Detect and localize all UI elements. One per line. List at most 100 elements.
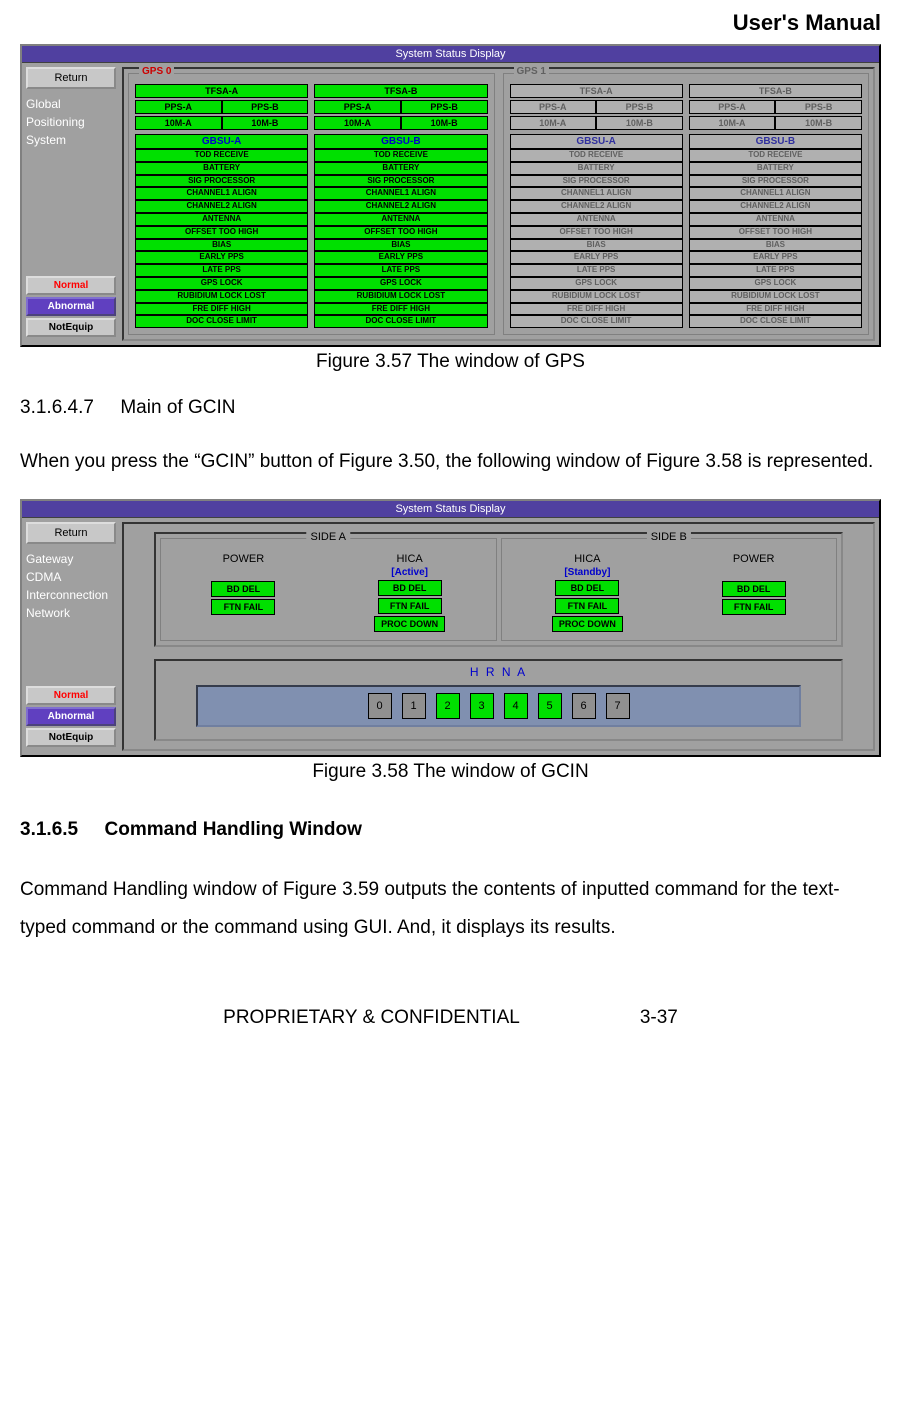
hrna-slot[interactable]: 6 — [572, 693, 596, 719]
gbsu-item[interactable]: CHANNEL2 ALIGN — [510, 200, 683, 213]
gbsu-title[interactable]: GBSU-A — [135, 134, 308, 149]
gbsu-item[interactable]: GPS LOCK — [510, 277, 683, 290]
gbsu-item[interactable]: SIG PROCESSOR — [510, 175, 683, 188]
gbsu-item[interactable]: RUBIDIUM LOCK LOST — [510, 290, 683, 303]
tenm-cell[interactable]: 10M-A — [314, 116, 401, 130]
pps-cell[interactable]: PPS-A — [314, 100, 401, 114]
pps-cell[interactable]: PPS-B — [222, 100, 309, 114]
pps-cell[interactable]: PPS-B — [596, 100, 683, 114]
tfsa-cell[interactable]: TFSA-B — [314, 84, 487, 98]
gbsu-item[interactable]: ANTENNA — [314, 213, 487, 226]
gbsu-item[interactable]: EARLY PPS — [689, 251, 862, 264]
tenm-cell[interactable]: 10M-B — [222, 116, 309, 130]
gbsu-item[interactable]: CHANNEL1 ALIGN — [689, 187, 862, 200]
gbsu-item[interactable]: BIAS — [510, 239, 683, 252]
bd-del-cell[interactable]: BD DEL — [211, 581, 275, 597]
hrna-slot[interactable]: 3 — [470, 693, 494, 719]
tenm-cell[interactable]: 10M-A — [135, 116, 222, 130]
gbsu-item[interactable]: LATE PPS — [510, 264, 683, 277]
gbsu-item[interactable]: LATE PPS — [314, 264, 487, 277]
return-button[interactable]: Return — [26, 67, 116, 89]
hrna-slot[interactable]: 0 — [368, 693, 392, 719]
bd-del-cell[interactable]: BD DEL — [378, 580, 442, 596]
gbsu-item[interactable]: RUBIDIUM LOCK LOST — [135, 290, 308, 303]
tfsa-cell[interactable]: TFSA-A — [510, 84, 683, 98]
proc-down-cell[interactable]: PROC DOWN — [374, 616, 445, 632]
hrna-slot[interactable]: 7 — [606, 693, 630, 719]
tenm-cell[interactable]: 10M-B — [775, 116, 862, 130]
proc-down-cell[interactable]: PROC DOWN — [552, 616, 623, 632]
gbsu-item[interactable]: TOD RECEIVE — [689, 149, 862, 162]
gbsu-item[interactable]: OFFSET TOO HIGH — [689, 226, 862, 239]
gbsu-item[interactable]: BATTERY — [510, 162, 683, 175]
gbsu-item[interactable]: RUBIDIUM LOCK LOST — [314, 290, 487, 303]
hrna-slot[interactable]: 1 — [402, 693, 426, 719]
gbsu-item[interactable]: TOD RECEIVE — [135, 149, 308, 162]
bd-del-cell[interactable]: BD DEL — [722, 581, 786, 597]
gbsu-title[interactable]: GBSU-B — [689, 134, 862, 149]
gbsu-item[interactable]: GPS LOCK — [135, 277, 308, 290]
gbsu-item[interactable]: BIAS — [314, 239, 487, 252]
pps-cell[interactable]: PPS-B — [775, 100, 862, 114]
gbsu-item[interactable]: DOC CLOSE LIMIT — [689, 315, 862, 328]
ftn-fail-cell[interactable]: FTN FAIL — [211, 599, 275, 615]
bd-del-cell[interactable]: BD DEL — [555, 580, 619, 596]
ftn-fail-cell[interactable]: FTN FAIL — [378, 598, 442, 614]
tfsa-cell[interactable]: TFSA-A — [135, 84, 308, 98]
gbsu-item[interactable]: DOC CLOSE LIMIT — [510, 315, 683, 328]
gbsu-title[interactable]: GBSU-B — [314, 134, 487, 149]
gbsu-item[interactable]: DOC CLOSE LIMIT — [314, 315, 487, 328]
gbsu-item[interactable]: SIG PROCESSOR — [689, 175, 862, 188]
hrna-slot[interactable]: 4 — [504, 693, 528, 719]
gbsu-item[interactable]: EARLY PPS — [314, 251, 487, 264]
gbsu-item[interactable]: GPS LOCK — [689, 277, 862, 290]
gbsu-item[interactable]: CHANNEL2 ALIGN — [135, 200, 308, 213]
gbsu-item[interactable]: ANTENNA — [135, 213, 308, 226]
gbsu-item[interactable]: EARLY PPS — [510, 251, 683, 264]
hrna-slot[interactable]: 5 — [538, 693, 562, 719]
pps-cell[interactable]: PPS-A — [689, 100, 776, 114]
gbsu-item[interactable]: RUBIDIUM LOCK LOST — [689, 290, 862, 303]
pps-cell[interactable]: PPS-A — [135, 100, 222, 114]
hrna-slot[interactable]: 2 — [436, 693, 460, 719]
gbsu-item[interactable]: ANTENNA — [510, 213, 683, 226]
gbsu-item[interactable]: FRE DIFF HIGH — [689, 303, 862, 316]
pps-cell[interactable]: PPS-A — [510, 100, 597, 114]
gbsu-item[interactable]: EARLY PPS — [135, 251, 308, 264]
gbsu-title[interactable]: GBSU-A — [510, 134, 683, 149]
gbsu-item[interactable]: CHANNEL1 ALIGN — [510, 187, 683, 200]
gbsu-item[interactable]: CHANNEL2 ALIGN — [314, 200, 487, 213]
gbsu-item[interactable]: FRE DIFF HIGH — [510, 303, 683, 316]
gbsu-item[interactable]: GPS LOCK — [314, 277, 487, 290]
return-button[interactable]: Return — [26, 522, 116, 544]
gbsu-item[interactable]: OFFSET TOO HIGH — [314, 226, 487, 239]
tenm-cell[interactable]: 10M-A — [510, 116, 597, 130]
gbsu-item[interactable]: CHANNEL1 ALIGN — [314, 187, 487, 200]
tfsa-cell[interactable]: TFSA-B — [689, 84, 862, 98]
gbsu-item[interactable]: BATTERY — [135, 162, 308, 175]
gbsu-item[interactable]: FRE DIFF HIGH — [135, 303, 308, 316]
gbsu-item[interactable]: BIAS — [689, 239, 862, 252]
gbsu-item[interactable]: BIAS — [135, 239, 308, 252]
tenm-cell[interactable]: 10M-B — [401, 116, 488, 130]
tenm-cell[interactable]: 10M-A — [689, 116, 776, 130]
gbsu-item[interactable]: LATE PPS — [135, 264, 308, 277]
ftn-fail-cell[interactable]: FTN FAIL — [555, 598, 619, 614]
gbsu-item[interactable]: BATTERY — [314, 162, 487, 175]
pps-cell[interactable]: PPS-B — [401, 100, 488, 114]
gbsu-item[interactable]: LATE PPS — [689, 264, 862, 277]
gbsu-item[interactable]: SIG PROCESSOR — [135, 175, 308, 188]
gbsu-item[interactable]: TOD RECEIVE — [510, 149, 683, 162]
gbsu-item[interactable]: OFFSET TOO HIGH — [510, 226, 683, 239]
gbsu-item[interactable]: CHANNEL1 ALIGN — [135, 187, 308, 200]
gbsu-item[interactable]: CHANNEL2 ALIGN — [689, 200, 862, 213]
gbsu-item[interactable]: BATTERY — [689, 162, 862, 175]
gbsu-item[interactable]: SIG PROCESSOR — [314, 175, 487, 188]
gbsu-item[interactable]: FRE DIFF HIGH — [314, 303, 487, 316]
gbsu-item[interactable]: DOC CLOSE LIMIT — [135, 315, 308, 328]
tenm-cell[interactable]: 10M-B — [596, 116, 683, 130]
gbsu-item[interactable]: OFFSET TOO HIGH — [135, 226, 308, 239]
gbsu-item[interactable]: ANTENNA — [689, 213, 862, 226]
gbsu-item[interactable]: TOD RECEIVE — [314, 149, 487, 162]
ftn-fail-cell[interactable]: FTN FAIL — [722, 599, 786, 615]
